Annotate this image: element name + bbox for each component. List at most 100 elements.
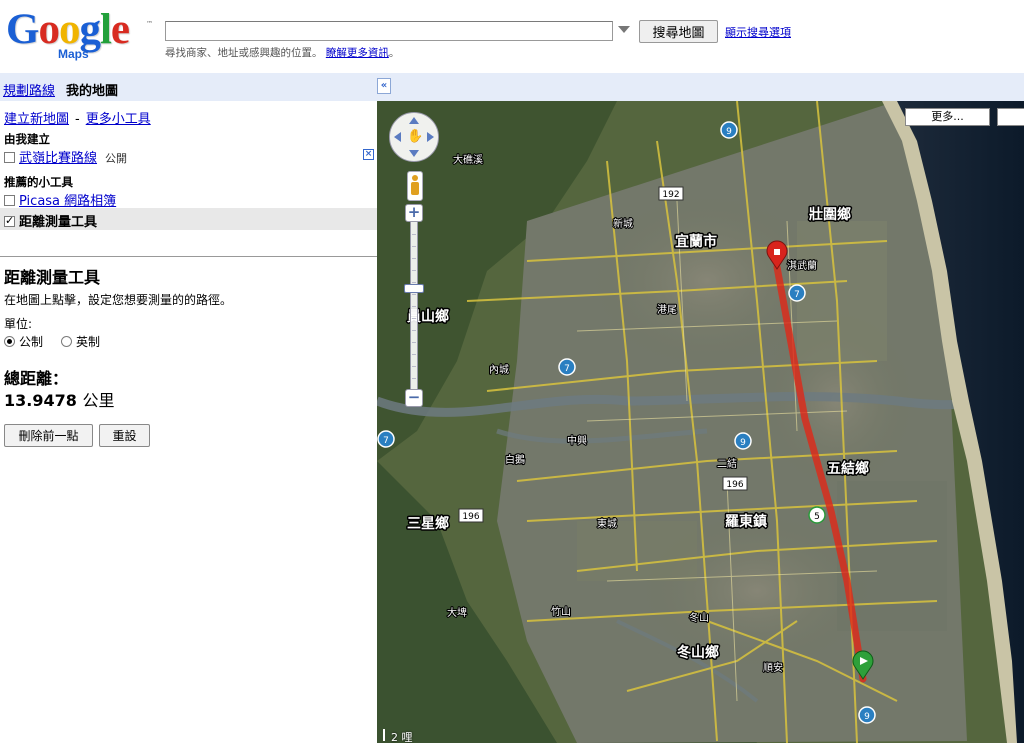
svg-text:9: 9 — [726, 127, 732, 137]
map-type-button[interactable] — [997, 108, 1024, 126]
road-shield-7: 7 — [788, 284, 806, 302]
dongcheng-label: 東城 — [597, 517, 617, 530]
luodong-label: 羅東鎮 — [725, 513, 767, 530]
tool-description: 在地圖上點擊，設定您想要測量的的路徑。 — [4, 293, 233, 307]
shunan-label: 順安 — [763, 661, 783, 674]
svg-text:7: 7 — [794, 290, 800, 300]
dongshan-label: 冬山鄉 — [677, 644, 719, 661]
picasa-checkbox[interactable] — [4, 195, 15, 206]
distance-tool-item: 距離測量工具 — [0, 208, 377, 230]
units-selector: 公制 英制 — [4, 333, 100, 350]
units-label: 單位: — [4, 317, 33, 331]
distance-tool-checkbox[interactable] — [4, 214, 15, 227]
pegman-icon[interactable] — [407, 171, 423, 201]
google-maps-logo[interactable]: Google ™ Maps — [6, 6, 156, 66]
road-shield-9c: 9 — [858, 706, 876, 724]
road-shield-7b: 7 — [558, 358, 576, 376]
featured-tools-heading: 推薦的小工具 — [4, 175, 73, 189]
svg-text:9: 9 — [740, 438, 746, 448]
yilan-city-label: 宜蘭市 — [675, 233, 717, 250]
satellite-map[interactable]: 宜蘭市 壯圍鄉 五結鄉 羅東鎮 三星鄉 冬山鄉 員山鄉 大礁溪 新城 內城 中興… — [377, 101, 1024, 743]
metric-radio[interactable] — [4, 336, 15, 347]
road-shield-9: 9 — [720, 121, 738, 139]
distance-tool-label: 距離測量工具 — [19, 215, 98, 230]
dongshan-ji-label: 冬山 — [689, 611, 709, 624]
close-icon[interactable]: × — [363, 149, 374, 160]
total-distance-label: 總距離： — [4, 369, 69, 388]
metric-label: 公制 — [19, 335, 44, 349]
road-shield-7c: 7 — [377, 430, 395, 448]
tab-my-maps[interactable]: 我的地圖 — [66, 80, 118, 99]
panel-links: 建立新地圖 - 更多小工具 — [4, 112, 151, 127]
svg-text:9: 9 — [864, 712, 870, 722]
zhuangwei-label: 壯圍鄉 — [809, 206, 851, 223]
zoom-slider-thumb[interactable] — [404, 284, 424, 293]
logo-maps-label: Maps — [58, 47, 89, 61]
search-input[interactable] — [165, 21, 613, 41]
erjie-label: 二結 — [717, 457, 737, 470]
map-visibility-label: 公開 — [105, 152, 128, 165]
more-tools-link[interactable]: 更多小工具 — [86, 112, 151, 127]
hand-icon[interactable]: ✋ — [407, 129, 423, 145]
pan-down-icon[interactable] — [409, 150, 419, 157]
search-maps-button[interactable]: 搜尋地圖 — [639, 20, 718, 43]
sanxing-label: 三星鄉 — [407, 515, 449, 532]
dapi-label: 大埤 — [447, 606, 467, 619]
svg-text:5: 5 — [814, 512, 820, 522]
my-map-item: 武嶺比賽路線 公開 — [4, 147, 377, 166]
pan-right-icon[interactable] — [427, 132, 434, 142]
total-distance-value: 13.9478 公里 — [4, 387, 114, 411]
pan-up-icon[interactable] — [409, 117, 419, 124]
search-hint-text: 尋找商家、地址或感興趣的位置。 — [165, 47, 323, 59]
baiya-label: 白鵝 — [505, 453, 525, 466]
picasa-link[interactable]: Picasa 網路相簿 — [19, 194, 116, 209]
pan-control[interactable]: ✋ — [389, 112, 439, 162]
my-map-link[interactable]: 武嶺比賽路線 — [19, 151, 97, 166]
tab-directions[interactable]: 規劃路線 — [3, 80, 55, 99]
create-new-map-link[interactable]: 建立新地圖 — [4, 112, 69, 127]
total-distance-unit: 公里 — [82, 391, 115, 410]
search-history-dropdown-icon[interactable] — [618, 26, 630, 33]
collapse-panel-icon[interactable]: « — [377, 78, 391, 94]
map-imagery: 宜蘭市 壯圍鄉 五結鄉 羅東鎮 三星鄉 冬山鄉 員山鄉 大礁溪 新城 內城 中興… — [377, 101, 1024, 743]
road-shield-5: 5 — [808, 506, 826, 524]
xinyi-label: 新城 — [613, 217, 633, 230]
show-search-options-link[interactable]: 顯示搜尋選項 — [725, 24, 791, 40]
gangzi-label: 港尾 — [657, 304, 677, 316]
logo-trademark: ™ — [146, 20, 153, 28]
svg-text:196: 196 — [726, 480, 743, 490]
reset-button[interactable]: 重設 — [99, 424, 150, 447]
tool-title: 距離測量工具 — [4, 268, 101, 287]
zoom-out-button[interactable]: − — [405, 389, 423, 407]
road-shield-196: 196 — [458, 508, 484, 523]
total-distance-number: 13.9478 — [4, 391, 77, 410]
left-panel: 建立新地圖 - 更多小工具 由我建立 武嶺比賽路線 公開 × 推薦的小工具 Picas… — [0, 101, 377, 743]
scale-label: 2 哩 — [391, 731, 413, 743]
panel-divider — [0, 256, 377, 257]
picasa-tool-item: Picasa 網路相簿 — [4, 190, 116, 209]
zoom-in-button[interactable]: + — [405, 204, 423, 222]
svg-text:7: 7 — [564, 364, 570, 374]
svg-text:196: 196 — [462, 512, 479, 522]
wujie-label: 五結鄉 — [827, 460, 869, 477]
my-map-checkbox[interactable] — [4, 152, 15, 163]
panel-tab-bar: 規劃路線 我的地圖 — [0, 73, 377, 101]
imperial-label: 英制 — [76, 335, 101, 349]
svg-text:192: 192 — [662, 190, 679, 200]
road-shield-196b: 196 — [722, 476, 748, 491]
road-shield-9b: 9 — [734, 432, 752, 450]
map-top-strip — [377, 73, 1024, 101]
zoom-slider-track[interactable] — [410, 222, 418, 389]
huxi-label: 內城 — [489, 364, 509, 376]
road-shield-192: 192 — [658, 186, 684, 201]
zhongxing-label: 中興 — [567, 434, 587, 447]
search-hint: 尋找商家、地址或感興趣的位置。 瞭解更多資訊。 — [165, 47, 400, 59]
created-by-me-heading: 由我建立 — [4, 132, 50, 146]
zhushan-label: 竹山 — [551, 605, 571, 618]
imperial-radio[interactable] — [61, 336, 73, 347]
learn-more-link[interactable]: 瞭解更多資訊 — [326, 47, 389, 59]
delete-last-point-button[interactable]: 刪除前一點 — [4, 424, 93, 447]
pan-left-icon[interactable] — [394, 132, 401, 142]
scale-bar — [383, 729, 385, 741]
more-layers-button[interactable]: 更多... — [905, 108, 990, 126]
